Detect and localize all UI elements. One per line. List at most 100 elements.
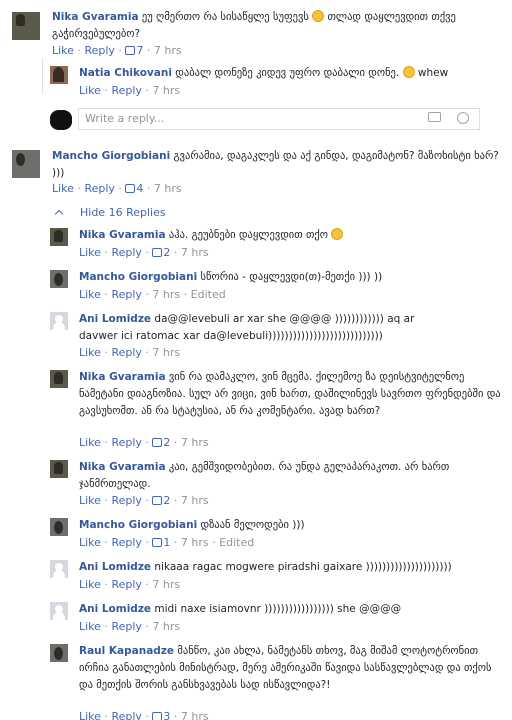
camera-icon[interactable]: [428, 112, 441, 122]
comment-author[interactable]: Raul Kapanadze: [79, 645, 174, 657]
avatar[interactable]: [12, 150, 40, 178]
avatar[interactable]: [50, 228, 68, 246]
reply-link[interactable]: Reply: [111, 620, 141, 633]
reply-link[interactable]: Reply: [111, 710, 141, 720]
comment-text: nikaaa ragac mogwere piradshi gaixare ))…: [154, 561, 452, 573]
like-count[interactable]: 2: [152, 246, 170, 259]
comment-actions: Like · Reply · 7 hrs: [79, 578, 181, 591]
like-link[interactable]: Like: [79, 536, 101, 549]
edited-label[interactable]: Edited: [191, 288, 226, 301]
comment-body: Nika Gvaramia აჰა. გეუბნები დაყლევდით თქ…: [79, 227, 504, 244]
emoji-icon[interactable]: [457, 112, 469, 124]
like-link[interactable]: Like: [79, 84, 101, 97]
reply-link[interactable]: Reply: [111, 246, 141, 259]
timestamp[interactable]: 7 hrs: [152, 578, 180, 591]
avatar[interactable]: [12, 12, 40, 40]
reply-link[interactable]: Reply: [111, 578, 141, 591]
reply-input[interactable]: Write a reply...: [78, 108, 480, 130]
smiley-icon: [312, 10, 325, 22]
avatar[interactable]: [50, 518, 68, 536]
avatar[interactable]: [50, 644, 68, 662]
comment-body: Ani Lomidze nikaaa ragac mogwere piradsh…: [79, 559, 504, 576]
reply-link[interactable]: Reply: [111, 84, 141, 97]
reply-link[interactable]: Reply: [111, 536, 141, 549]
comment-body: Mancho Giorgobiani გვარამია, დაგაკლეს და…: [52, 148, 502, 182]
comment-text: სწორია - დაყლევდი(თ)-მეთქი ))) )): [200, 271, 383, 283]
comment-author[interactable]: Nika Gvaramia: [52, 11, 139, 23]
comment-author[interactable]: Nika Gvaramia: [79, 229, 166, 241]
edited-label[interactable]: Edited: [219, 536, 254, 549]
comment-author[interactable]: Mancho Giorgobiani: [79, 519, 197, 531]
avatar[interactable]: [50, 370, 68, 388]
timestamp[interactable]: 7 hrs: [152, 288, 180, 301]
thumbs-up-icon: [152, 496, 163, 505]
comment-actions: Like · Reply · 7 hrs: [79, 84, 181, 97]
like-link[interactable]: Like: [79, 436, 101, 449]
comment-actions: Like · Reply · 7 hrs · Edited: [79, 288, 226, 301]
smiley-icon: [331, 228, 344, 240]
comment-author[interactable]: Mancho Giorgobiani: [79, 271, 197, 283]
timestamp[interactable]: 7 hrs: [154, 44, 182, 57]
like-link[interactable]: Like: [52, 182, 74, 195]
like-link[interactable]: Like: [79, 288, 101, 301]
comment-actions: Like · Reply · 2 · 7 hrs: [79, 436, 209, 449]
comment-author[interactable]: Nika Gvaramia: [79, 461, 166, 473]
comment-text: whew: [414, 67, 449, 79]
thumbs-up-icon: [152, 438, 163, 447]
comment-body: Raul Kapanadze მანწო, კაი ახლა, ნამეტანს…: [79, 643, 504, 694]
comment-author[interactable]: Mancho Giorgobiani: [52, 150, 170, 162]
avatar[interactable]: [50, 270, 68, 288]
like-link[interactable]: Like: [52, 44, 74, 57]
avatar[interactable]: [50, 602, 68, 620]
comment-actions: Like · Reply · 7 hrs: [79, 620, 181, 633]
timestamp[interactable]: 7 hrs: [152, 620, 180, 633]
thumbs-up-icon: [125, 46, 136, 55]
like-count[interactable]: 1: [152, 536, 170, 549]
like-count[interactable]: 2: [152, 436, 170, 449]
like-count[interactable]: 3: [152, 710, 170, 720]
thumbs-up-icon: [125, 184, 136, 193]
timestamp[interactable]: 7 hrs: [154, 182, 182, 195]
like-link[interactable]: Like: [79, 246, 101, 259]
avatar[interactable]: [50, 312, 68, 330]
timestamp[interactable]: 7 hrs: [181, 494, 209, 507]
timestamp[interactable]: 7 hrs: [181, 710, 209, 720]
comment-body: Ani Lomidze midi naxe isiamovnr ))))))))…: [79, 601, 504, 618]
reply-link[interactable]: Reply: [111, 436, 141, 449]
comment-author[interactable]: Ani Lomidze: [79, 603, 151, 615]
like-link[interactable]: Like: [79, 578, 101, 591]
reply-link[interactable]: Reply: [84, 182, 114, 195]
comment-author[interactable]: Nika Gvaramia: [79, 371, 166, 383]
avatar[interactable]: [50, 460, 68, 478]
timestamp[interactable]: 7 hrs: [181, 536, 209, 549]
like-link[interactable]: Like: [79, 346, 101, 359]
like-link[interactable]: Like: [79, 620, 101, 633]
comment-author[interactable]: Ani Lomidze: [79, 313, 151, 325]
like-link[interactable]: Like: [79, 494, 101, 507]
reply-link[interactable]: Reply: [84, 44, 114, 57]
comment-actions: Like · Reply · 2 · 7 hrs: [79, 246, 209, 259]
comment-actions: Like · Reply · 7 · 7 hrs: [52, 44, 182, 57]
comment-actions: Like · Reply · 4 · 7 hrs: [52, 182, 182, 195]
comment-author[interactable]: Natia Chikovani: [79, 67, 172, 79]
comment-author[interactable]: Ani Lomidze: [79, 561, 151, 573]
avatar[interactable]: [50, 66, 68, 84]
reply-link[interactable]: Reply: [111, 288, 141, 301]
avatar[interactable]: [50, 560, 68, 578]
like-count[interactable]: 2: [152, 494, 170, 507]
hide-replies-toggle[interactable]: Hide 16 Replies: [54, 206, 166, 219]
comment-body: Nika Gvaramia ეუ ღმერთო რა სისაწყლე სუფე…: [52, 9, 502, 43]
reply-link[interactable]: Reply: [111, 346, 141, 359]
like-count[interactable]: 7: [125, 44, 143, 57]
comment-body: Natia Chikovani დაბალ დონეზე კიდევ უფრო …: [79, 65, 499, 82]
timestamp[interactable]: 7 hrs: [181, 436, 209, 449]
like-link[interactable]: Like: [79, 710, 101, 720]
reply-link[interactable]: Reply: [111, 494, 141, 507]
comment-body: Nika Gvaramia ვინ რა დამაკლო, ვინ მცემა.…: [79, 369, 504, 420]
timestamp[interactable]: 7 hrs: [181, 246, 209, 259]
timestamp[interactable]: 7 hrs: [152, 84, 180, 97]
comment-text: დაბალ დონეზე კიდევ უფრო დაბალი დონე.: [175, 67, 403, 79]
timestamp[interactable]: 7 hrs: [152, 346, 180, 359]
comment-actions: Like · Reply · 2 · 7 hrs: [79, 494, 209, 507]
like-count[interactable]: 4: [125, 182, 143, 195]
